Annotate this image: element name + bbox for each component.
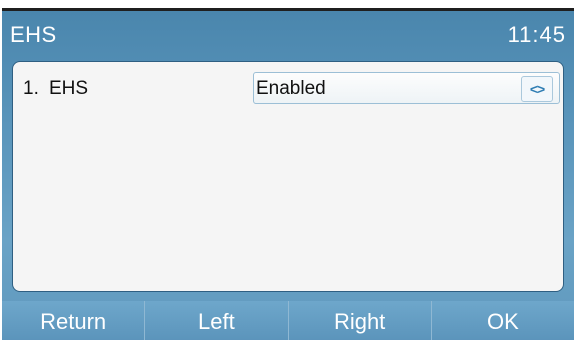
clock: 11:45 [507,22,566,47]
return-button[interactable]: Return [2,301,146,340]
title-bar: EHS 11:45 [2,11,574,59]
settings-panel: 1. EHS Enabled <> [12,61,564,292]
ehs-value-selector[interactable]: Enabled <> [253,72,560,104]
softkey-bar: Return Left Right OK [2,301,574,340]
item-index: 1. [23,78,39,99]
ok-button[interactable]: OK [431,301,574,340]
ehs-value: Enabled [256,78,326,99]
phone-screen: EHS 11:45 1. EHS Enabled <> Return Left … [2,8,574,340]
list-item-ehs[interactable]: 1. EHS Enabled <> [13,72,563,104]
item-label: EHS [49,78,89,99]
left-button[interactable]: Left [145,301,289,340]
left-right-switch-icon[interactable]: <> [521,76,553,102]
right-button[interactable]: Right [288,301,432,340]
page-title: EHS [10,22,57,47]
